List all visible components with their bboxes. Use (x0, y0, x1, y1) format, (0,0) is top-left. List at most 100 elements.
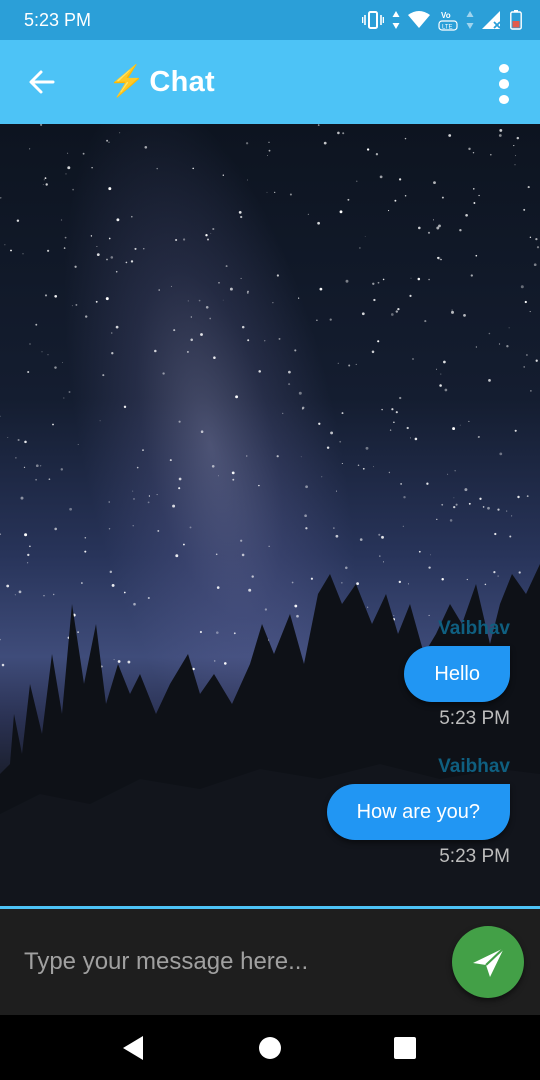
star (67, 166, 71, 170)
star (391, 408, 394, 411)
star (459, 424, 461, 426)
star (187, 300, 189, 302)
star (206, 238, 210, 241)
star (506, 510, 508, 512)
star (143, 248, 145, 250)
star (478, 194, 480, 197)
star (451, 310, 454, 314)
star (487, 506, 490, 510)
star (35, 478, 37, 481)
star (235, 395, 239, 399)
star (209, 317, 212, 320)
star (232, 478, 235, 481)
wifi-icon (408, 11, 430, 29)
star (464, 488, 468, 492)
star (304, 514, 307, 518)
message-time: 5:23 PM (439, 708, 510, 729)
star (4, 244, 6, 246)
star (268, 141, 270, 143)
star (278, 337, 281, 340)
star (210, 233, 212, 234)
star (142, 449, 144, 451)
star (130, 260, 134, 263)
message-bubble[interactable]: Hello (404, 646, 510, 702)
star (198, 299, 201, 302)
star (366, 148, 370, 151)
star (398, 178, 402, 181)
star (439, 384, 442, 387)
star (388, 471, 391, 474)
page-title: Chat (149, 65, 216, 98)
star (409, 294, 412, 297)
nav-back-button[interactable] (120, 1035, 146, 1061)
star (427, 231, 431, 234)
message-bubble[interactable]: How are you? (326, 784, 510, 840)
star (339, 210, 343, 214)
star (222, 174, 224, 176)
star (148, 495, 150, 497)
signal-icon (482, 11, 502, 29)
star (41, 351, 43, 353)
star (477, 436, 479, 438)
star (514, 429, 517, 432)
star (276, 455, 279, 458)
star (95, 300, 98, 303)
star (48, 478, 51, 481)
star (217, 475, 219, 477)
star (212, 227, 215, 231)
star (430, 554, 431, 556)
star (359, 247, 361, 249)
star (440, 373, 442, 375)
star (523, 366, 526, 368)
star (108, 237, 111, 240)
star (482, 506, 485, 508)
star (382, 278, 385, 281)
star (418, 550, 421, 553)
star (373, 466, 375, 468)
star (395, 411, 398, 414)
star (298, 391, 302, 395)
overflow-menu-button[interactable] (492, 64, 516, 104)
star (24, 533, 28, 537)
star (403, 496, 406, 499)
star (417, 277, 421, 281)
nav-recents-button[interactable] (392, 1035, 418, 1061)
star (10, 249, 12, 252)
star (222, 299, 224, 301)
star (389, 429, 392, 431)
status-bar: 5:23 PM Vo LTE (0, 0, 540, 40)
star (105, 297, 109, 301)
star (305, 485, 308, 489)
message-input[interactable] (22, 939, 426, 985)
star (536, 246, 540, 249)
star (465, 213, 468, 217)
star (90, 235, 93, 237)
star (144, 146, 148, 149)
star (511, 515, 513, 517)
star (364, 236, 366, 237)
star (289, 193, 292, 196)
back-button[interactable] (24, 64, 60, 100)
star (111, 352, 114, 355)
star (341, 463, 343, 464)
star (272, 302, 274, 304)
star (468, 147, 471, 151)
star (526, 495, 529, 497)
star (229, 287, 233, 291)
home-circle-icon (259, 1037, 281, 1059)
star (54, 294, 58, 298)
star (535, 237, 538, 241)
nav-home-button[interactable] (257, 1035, 283, 1061)
recents-square-icon (394, 1037, 416, 1059)
star (156, 494, 158, 496)
star (453, 505, 456, 509)
star (240, 215, 243, 219)
send-button[interactable] (452, 926, 524, 998)
data-arrows-icon (392, 10, 400, 30)
star (433, 219, 434, 221)
star (106, 258, 108, 261)
star (240, 277, 242, 279)
star (108, 528, 111, 530)
star (371, 350, 375, 354)
star (238, 211, 242, 214)
